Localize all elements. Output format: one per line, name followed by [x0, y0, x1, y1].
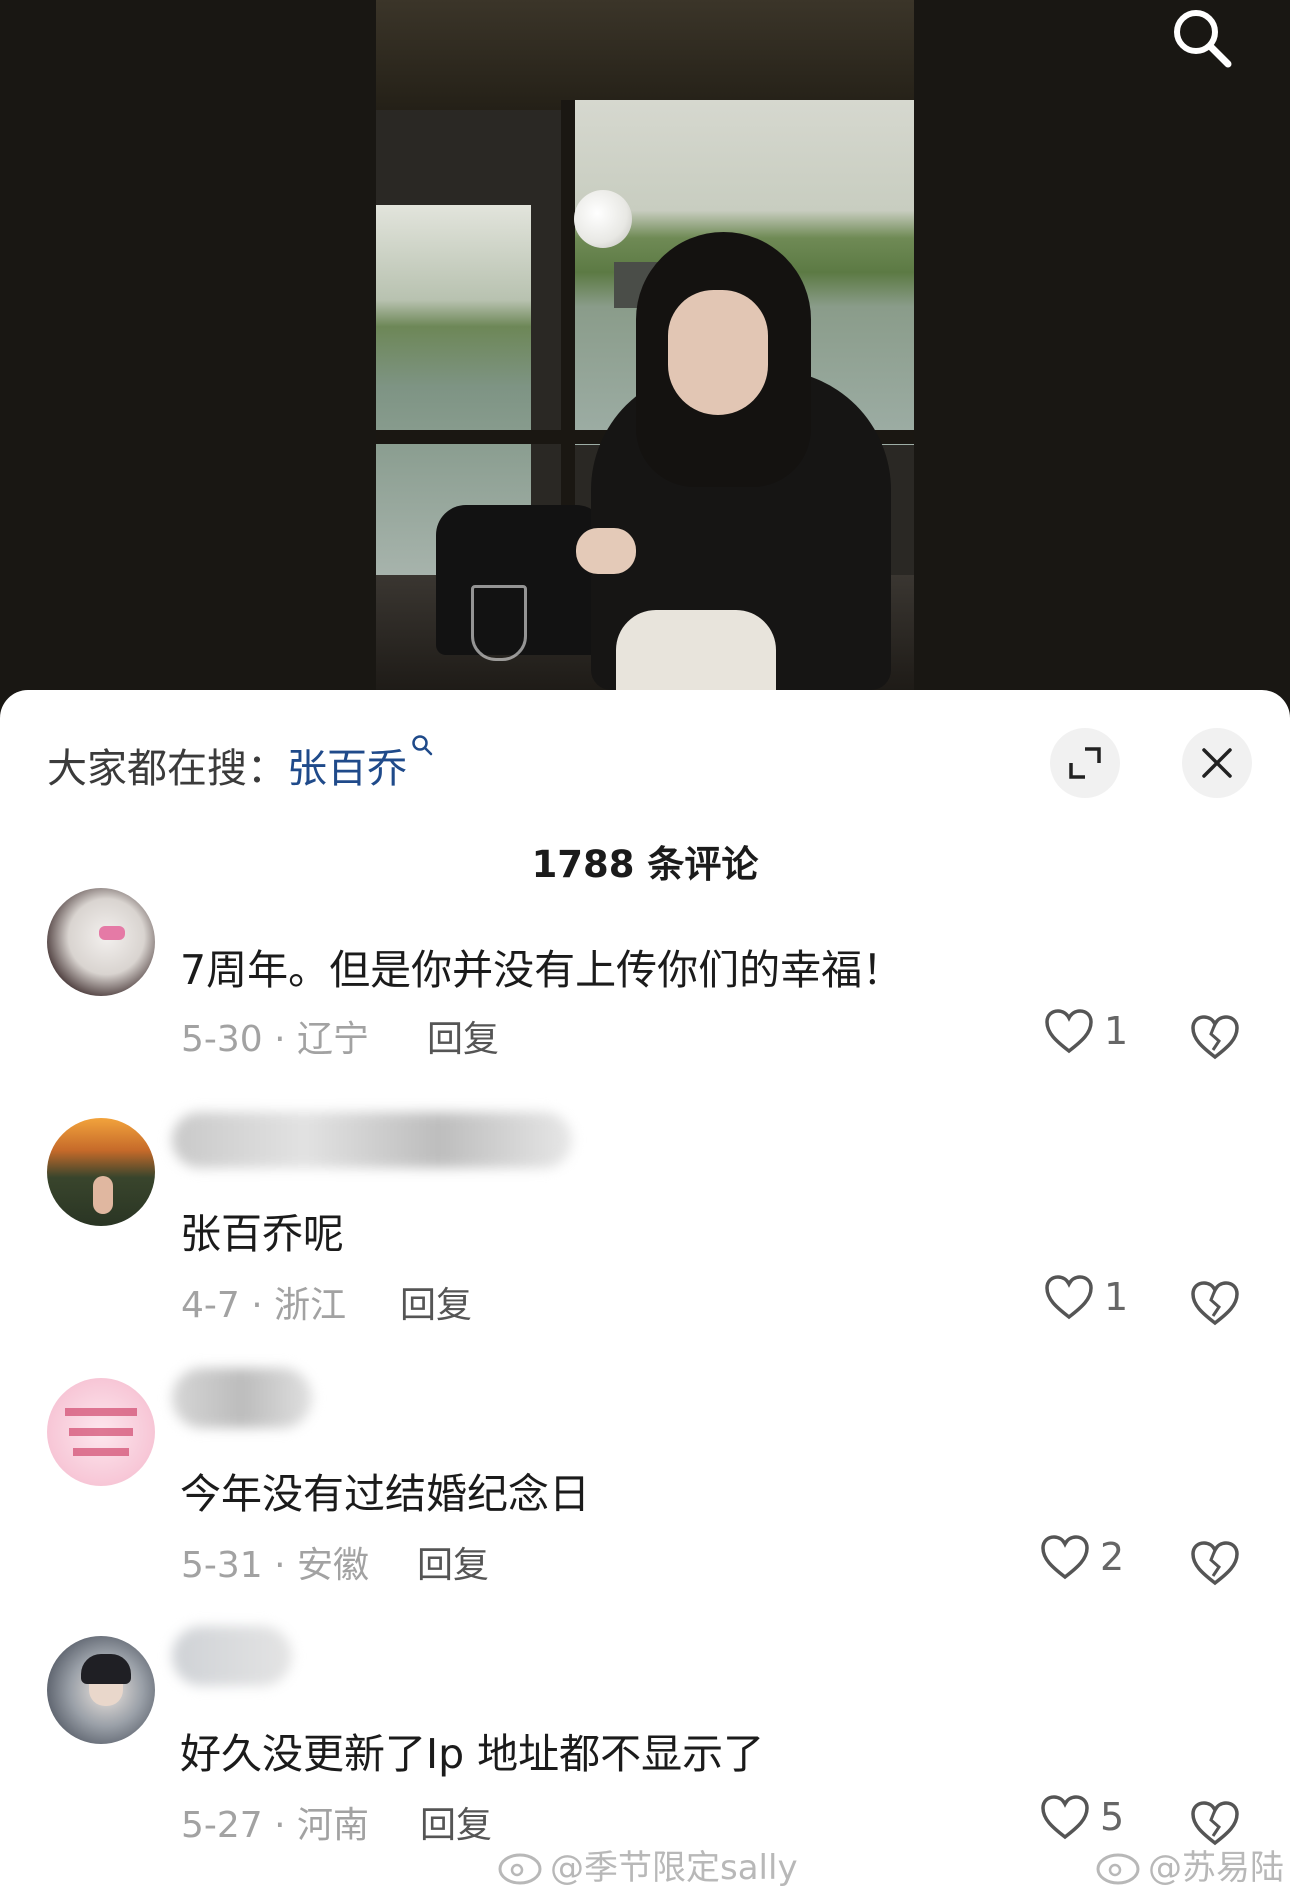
expand-icon [1069, 747, 1101, 779]
avatar[interactable] [47, 1636, 155, 1744]
watermark-right: @苏易陆 [1096, 1840, 1284, 1889]
watermark-left-text: @季节限定sally [550, 1848, 798, 1888]
trending-term[interactable]: 张百乔 [287, 746, 407, 792]
comment-count: 1788 条评论 [531, 843, 759, 886]
comment-text: 今年没有过结婚纪念日 [180, 1470, 590, 1518]
username-blurred [172, 1112, 572, 1168]
dislike-icon[interactable] [1190, 1540, 1240, 1586]
like-button[interactable]: 1 [1044, 1274, 1128, 1320]
video-area[interactable] [0, 0, 1290, 720]
comment-item: 今年没有过结婚纪念日 5-31 · 安徽 回复 2 [0, 1368, 1290, 1640]
comment-text: 张百乔呢 [180, 1210, 344, 1258]
close-icon [1202, 748, 1232, 778]
comment-text: 7周年。但是你并没有上传你们的幸福！ [180, 946, 904, 994]
comment-sheet: 大家都在搜：张百乔 1788 条评论 7周年。但是你并没有上传你们的幸福！ 5-… [0, 690, 1290, 1892]
lamp [574, 190, 632, 248]
avatar[interactable] [47, 1378, 155, 1486]
username-blurred [172, 1626, 292, 1686]
heart-icon [1041, 1795, 1089, 1840]
like-button[interactable]: 1 [1044, 1008, 1128, 1054]
reply-button[interactable]: 回复 [417, 1536, 489, 1588]
like-count: 2 [1100, 1535, 1125, 1579]
trending-prefix: 大家都在搜： [47, 746, 287, 792]
comment-meta: 4-7 · 浙江 [181, 1285, 347, 1326]
weibo-logo-icon [1096, 1853, 1140, 1884]
close-button[interactable] [1182, 728, 1252, 798]
video-frame [376, 0, 914, 690]
trending-search[interactable]: 大家都在搜：张百乔 [47, 735, 433, 794]
like-count: 1 [1104, 1009, 1129, 1053]
like-button[interactable]: 5 [1040, 1794, 1124, 1840]
watermark-left: @季节限定sally [498, 1840, 798, 1889]
person-face [668, 290, 768, 415]
heart-icon [1045, 1275, 1093, 1320]
heart-icon [1045, 1009, 1093, 1054]
dislike-icon[interactable] [1190, 1280, 1240, 1326]
heart-icon [1041, 1535, 1089, 1580]
reply-button[interactable]: 回复 [427, 1010, 499, 1062]
comment-text: 好久没更新了Ip 地址都不显示了 [180, 1730, 765, 1778]
search-icon[interactable] [1170, 6, 1234, 70]
avatar[interactable] [47, 888, 155, 996]
person-skirt [616, 610, 776, 690]
person-hand [576, 528, 636, 574]
comment-item: 张百乔呢 4-7 · 浙江 回复 1 [0, 1112, 1290, 1380]
username-blurred [172, 1368, 312, 1428]
comment-item: 7周年。但是你并没有上传你们的幸福！ 5-30 · 辽宁 回复 1 [0, 888, 1290, 1120]
reply-button[interactable]: 回复 [400, 1276, 472, 1328]
expand-button[interactable] [1050, 728, 1120, 798]
comment-meta: 5-30 · 辽宁 [181, 1019, 370, 1060]
avatar[interactable] [47, 1118, 155, 1226]
like-count: 5 [1100, 1795, 1125, 1839]
boat-roof [376, 0, 914, 110]
watermark-right-text: @苏易陆 [1148, 1848, 1284, 1888]
wine-glass [471, 585, 527, 661]
comment-meta: 5-27 · 河南 [181, 1805, 370, 1846]
reply-button[interactable]: 回复 [420, 1796, 492, 1848]
comment-meta: 5-31 · 安徽 [181, 1545, 370, 1586]
dislike-icon[interactable] [1190, 1014, 1240, 1060]
like-button[interactable]: 2 [1040, 1534, 1124, 1580]
like-count: 1 [1104, 1275, 1129, 1319]
weibo-logo-icon [498, 1853, 542, 1884]
small-search-icon [412, 735, 433, 756]
